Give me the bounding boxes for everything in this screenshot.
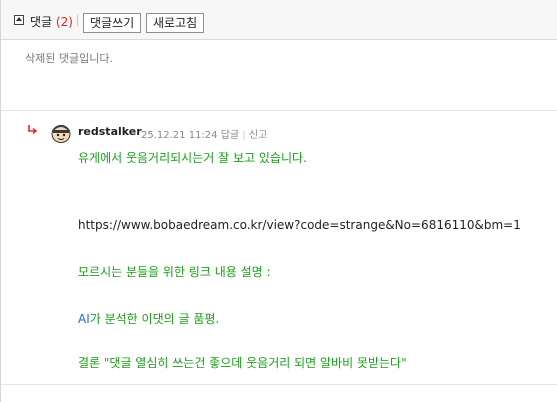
comment-datetime: 25.12.21 11:24 [141, 130, 218, 141]
reply-arrow-icon [28, 125, 37, 134]
comment-line-4-rest: 가 분석한 이댓의 글 품평. [89, 312, 220, 326]
ai-word: AI [78, 312, 90, 326]
deleted-comment-text: 삭제된 댓글입니다. [25, 52, 113, 65]
comment-line-4: AI가 분석한 이댓의 글 품평. [78, 310, 219, 327]
report-link[interactable]: 신고 [249, 130, 267, 141]
comment-author[interactable]: redstalker [78, 125, 142, 138]
comment-header: 댓글 (2) 댓글쓰기 새로고침 [1, 0, 557, 40]
write-comment-button[interactable]: 댓글쓰기 [83, 13, 142, 33]
avatar[interactable] [50, 123, 72, 143]
refresh-button[interactable]: 새로고침 [146, 13, 205, 33]
comment-line-5: 결론 "댓글 열심히 쓰는건 좋으데 웃음거리 되면 알바비 못받는다" [78, 356, 407, 370]
comment-meta: 25.12.21 11:24 답글 | 신고 [141, 126, 267, 141]
comment-section: 댓글 (2) 댓글쓰기 새로고침 삭제된 댓글입니다. redstalker 2… [0, 0, 557, 402]
comment-divider [1, 110, 557, 111]
meta-separator: | [242, 130, 246, 141]
collapse-toggle-icon[interactable] [14, 15, 24, 25]
reply-link[interactable]: 답글 [221, 130, 239, 141]
comment-title: 댓글 (2) [30, 13, 73, 30]
comment-line-3: 모르시는 분들을 위한 링크 내용 설명 : [78, 265, 271, 279]
comment-bottom-divider [1, 384, 557, 385]
comment-link[interactable]: https://www.bobaedream.co.kr/view?code=s… [78, 218, 521, 232]
comment-title-label: 댓글 [30, 15, 53, 29]
header-separator [77, 15, 78, 26]
comment-line-1: 유게에서 웃음거리되시는거 잘 보고 있습니다. [78, 151, 307, 165]
comment-count: (2) [55, 15, 73, 29]
